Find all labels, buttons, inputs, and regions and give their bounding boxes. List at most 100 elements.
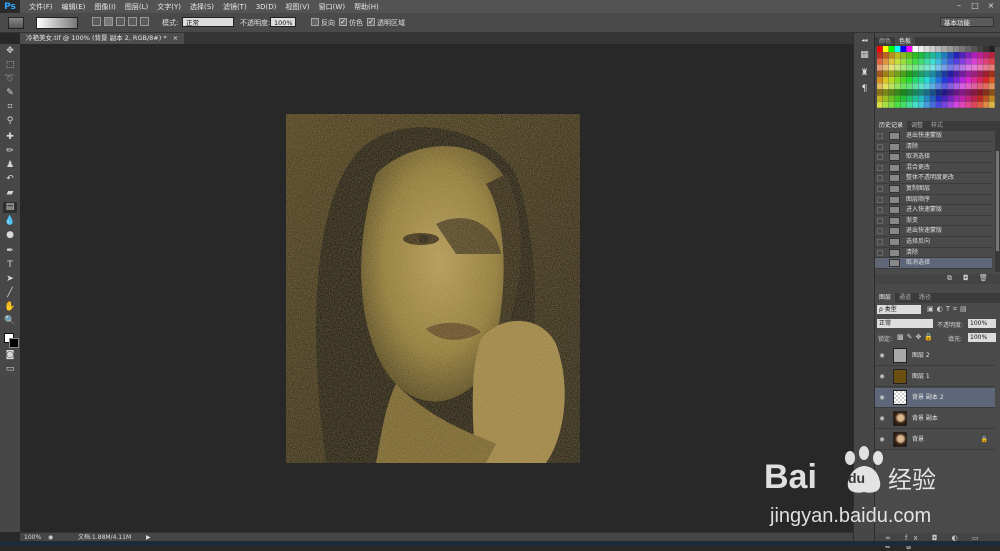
mode-select[interactable]: 正常 xyxy=(182,17,234,27)
marquee-tool-icon[interactable]: ⬚ xyxy=(3,60,17,71)
minimize-button[interactable]: – xyxy=(954,1,964,11)
transparency-checkbox[interactable]: ✓ xyxy=(367,18,375,26)
menu-view[interactable]: 视图(V) xyxy=(285,2,309,12)
eyedropper-tool-icon[interactable]: ⚲ xyxy=(3,116,17,127)
history-source-checkbox[interactable] xyxy=(877,133,883,139)
screen-mode-icon[interactable]: ▭ xyxy=(3,364,17,375)
history-panel-icon[interactable]: ▦ xyxy=(858,49,871,61)
tab-channels[interactable]: 通道 xyxy=(895,293,915,303)
history-item[interactable]: 退出快速蒙版 xyxy=(875,131,992,142)
history-source-checkbox[interactable] xyxy=(877,196,883,203)
visibility-eye-icon[interactable]: ◉ xyxy=(878,415,886,423)
history-item[interactable]: 进入快速蒙版 xyxy=(875,205,992,216)
pen-tool-icon[interactable]: ✒ xyxy=(3,246,17,257)
layer-row[interactable]: ◉ 背景 副本 xyxy=(875,409,995,429)
tab-adjustments[interactable]: 调整 xyxy=(907,121,927,131)
history-item[interactable]: 混合更改 xyxy=(875,163,992,174)
tab-styles[interactable]: 样式 xyxy=(927,121,947,131)
gradient-picker[interactable] xyxy=(36,17,78,29)
delete-state-icon[interactable]: 🗑 xyxy=(979,274,988,282)
tab-history[interactable]: 历史记录 xyxy=(875,121,908,131)
fill-input[interactable]: 100% xyxy=(968,333,996,342)
history-item[interactable]: 选择反向 xyxy=(875,237,992,248)
tab-paths[interactable]: 路径 xyxy=(915,293,935,303)
menu-filter[interactable]: 滤镜(T) xyxy=(223,2,247,12)
document-tab[interactable]: 冷艳美女.tif @ 100% (背景 副本 2, RGB/8#) * × xyxy=(20,33,185,44)
properties-panel-icon[interactable]: ¶ xyxy=(858,83,871,95)
tab-layers[interactable]: 图层 xyxy=(875,293,896,303)
maximize-button[interactable]: □ xyxy=(970,1,980,11)
healing-brush-tool-icon[interactable]: ✚ xyxy=(3,132,17,143)
dodge-tool-icon[interactable]: ● xyxy=(3,230,17,241)
layer-filter-select[interactable]: ρ 类型 xyxy=(877,305,921,314)
layer-row[interactable]: ◉ 背景 副本 2 xyxy=(875,388,995,408)
snapshot-icon[interactable]: ◘ xyxy=(963,274,969,282)
history-item[interactable]: 退出快速蒙版 xyxy=(875,226,992,237)
quick-mask-icon[interactable]: ◙ xyxy=(3,350,17,361)
menu-help[interactable]: 帮助(H) xyxy=(354,2,379,12)
reflected-gradient-button[interactable] xyxy=(128,17,137,26)
brush-tool-icon[interactable]: ✏ xyxy=(3,146,17,157)
layer-opacity-input[interactable]: 100% xyxy=(968,319,996,328)
angle-gradient-button[interactable] xyxy=(116,17,125,26)
history-source-checkbox[interactable] xyxy=(877,164,883,171)
history-brush-tool-icon[interactable]: ↶ xyxy=(3,174,17,185)
close-button[interactable]: × xyxy=(986,1,996,11)
reverse-checkbox[interactable] xyxy=(311,18,319,26)
menu-select[interactable]: 选择(S) xyxy=(190,2,214,12)
layer-row[interactable]: ◉ 图层 1 xyxy=(875,367,995,387)
menu-edit[interactable]: 编辑(E) xyxy=(62,2,86,12)
visibility-eye-icon[interactable]: ◉ xyxy=(878,394,886,402)
opacity-input[interactable]: 100% xyxy=(270,17,296,27)
history-source-checkbox[interactable] xyxy=(877,186,883,192)
visibility-eye-icon[interactable]: ◉ xyxy=(878,352,886,360)
menu-layer[interactable]: 图层(L) xyxy=(125,2,148,12)
history-item[interactable]: 渐变 xyxy=(875,216,992,227)
collapse-arrows-icon[interactable]: ◂◂ xyxy=(858,35,871,47)
move-tool-icon[interactable]: ✥ xyxy=(3,46,17,57)
line-tool-icon[interactable]: ╱ xyxy=(3,288,17,299)
layer-filter-icons[interactable]: ▣◐T⌗▤ xyxy=(927,305,970,314)
background-color-swatch[interactable] xyxy=(9,338,19,348)
blur-tool-icon[interactable]: 💧 xyxy=(3,216,17,227)
tab-close-icon[interactable]: × xyxy=(173,34,178,42)
history-source-checkbox[interactable] xyxy=(877,207,883,214)
menu-image[interactable]: 图像(I) xyxy=(94,2,116,12)
history-item[interactable]: 清除 xyxy=(875,142,992,153)
linear-gradient-button[interactable] xyxy=(92,17,101,26)
history-source-checkbox[interactable] xyxy=(877,175,883,182)
history-item[interactable]: 取消选择 xyxy=(875,152,992,163)
menu-file[interactable]: 文件(F) xyxy=(29,2,53,12)
new-document-from-state-icon[interactable]: ⧉ xyxy=(947,274,952,283)
history-item[interactable]: 取消选择 xyxy=(875,258,992,269)
document-image[interactable] xyxy=(286,114,580,463)
clone-stamp-tool-icon[interactable]: ♟ xyxy=(3,160,17,171)
history-item[interactable]: 清除 xyxy=(875,248,992,259)
menu-3d[interactable]: 3D(D) xyxy=(256,3,277,11)
gradient-tool-icon[interactable]: ▤ xyxy=(3,202,17,213)
path-select-tool-icon[interactable]: ➤ xyxy=(3,274,17,285)
radial-gradient-button[interactable] xyxy=(104,17,113,26)
history-item[interactable]: 整体不透明度更改 xyxy=(875,173,992,184)
hand-tool-icon[interactable]: ✋ xyxy=(3,302,17,313)
zoom-tool-icon[interactable]: 🔍 xyxy=(3,316,17,327)
swatch-grid[interactable] xyxy=(877,46,995,108)
history-scrollbar[interactable] xyxy=(995,131,1000,272)
blend-mode-select[interactable]: 正常 xyxy=(877,319,933,328)
diamond-gradient-button[interactable] xyxy=(140,17,149,26)
history-source-checkbox[interactable] xyxy=(877,249,883,256)
lasso-tool-icon[interactable]: ➰ xyxy=(3,74,17,85)
menu-type[interactable]: 文字(Y) xyxy=(157,2,181,12)
history-source-checkbox[interactable] xyxy=(877,260,883,267)
eraser-tool-icon[interactable]: ▰ xyxy=(3,188,17,199)
history-source-checkbox[interactable] xyxy=(877,217,883,224)
history-source-checkbox[interactable] xyxy=(877,143,883,150)
quick-select-tool-icon[interactable]: ✎ xyxy=(3,88,17,99)
adjustments-panel-icon[interactable]: ♜ xyxy=(858,67,871,79)
menu-window[interactable]: 窗口(W) xyxy=(319,2,345,12)
history-source-checkbox[interactable] xyxy=(877,228,883,235)
lock-icons[interactable]: ▩✎✥🔒 xyxy=(897,333,936,341)
tool-preset-picker[interactable] xyxy=(8,17,24,29)
history-source-checkbox[interactable] xyxy=(877,154,883,161)
dither-checkbox[interactable]: ✓ xyxy=(339,18,347,26)
